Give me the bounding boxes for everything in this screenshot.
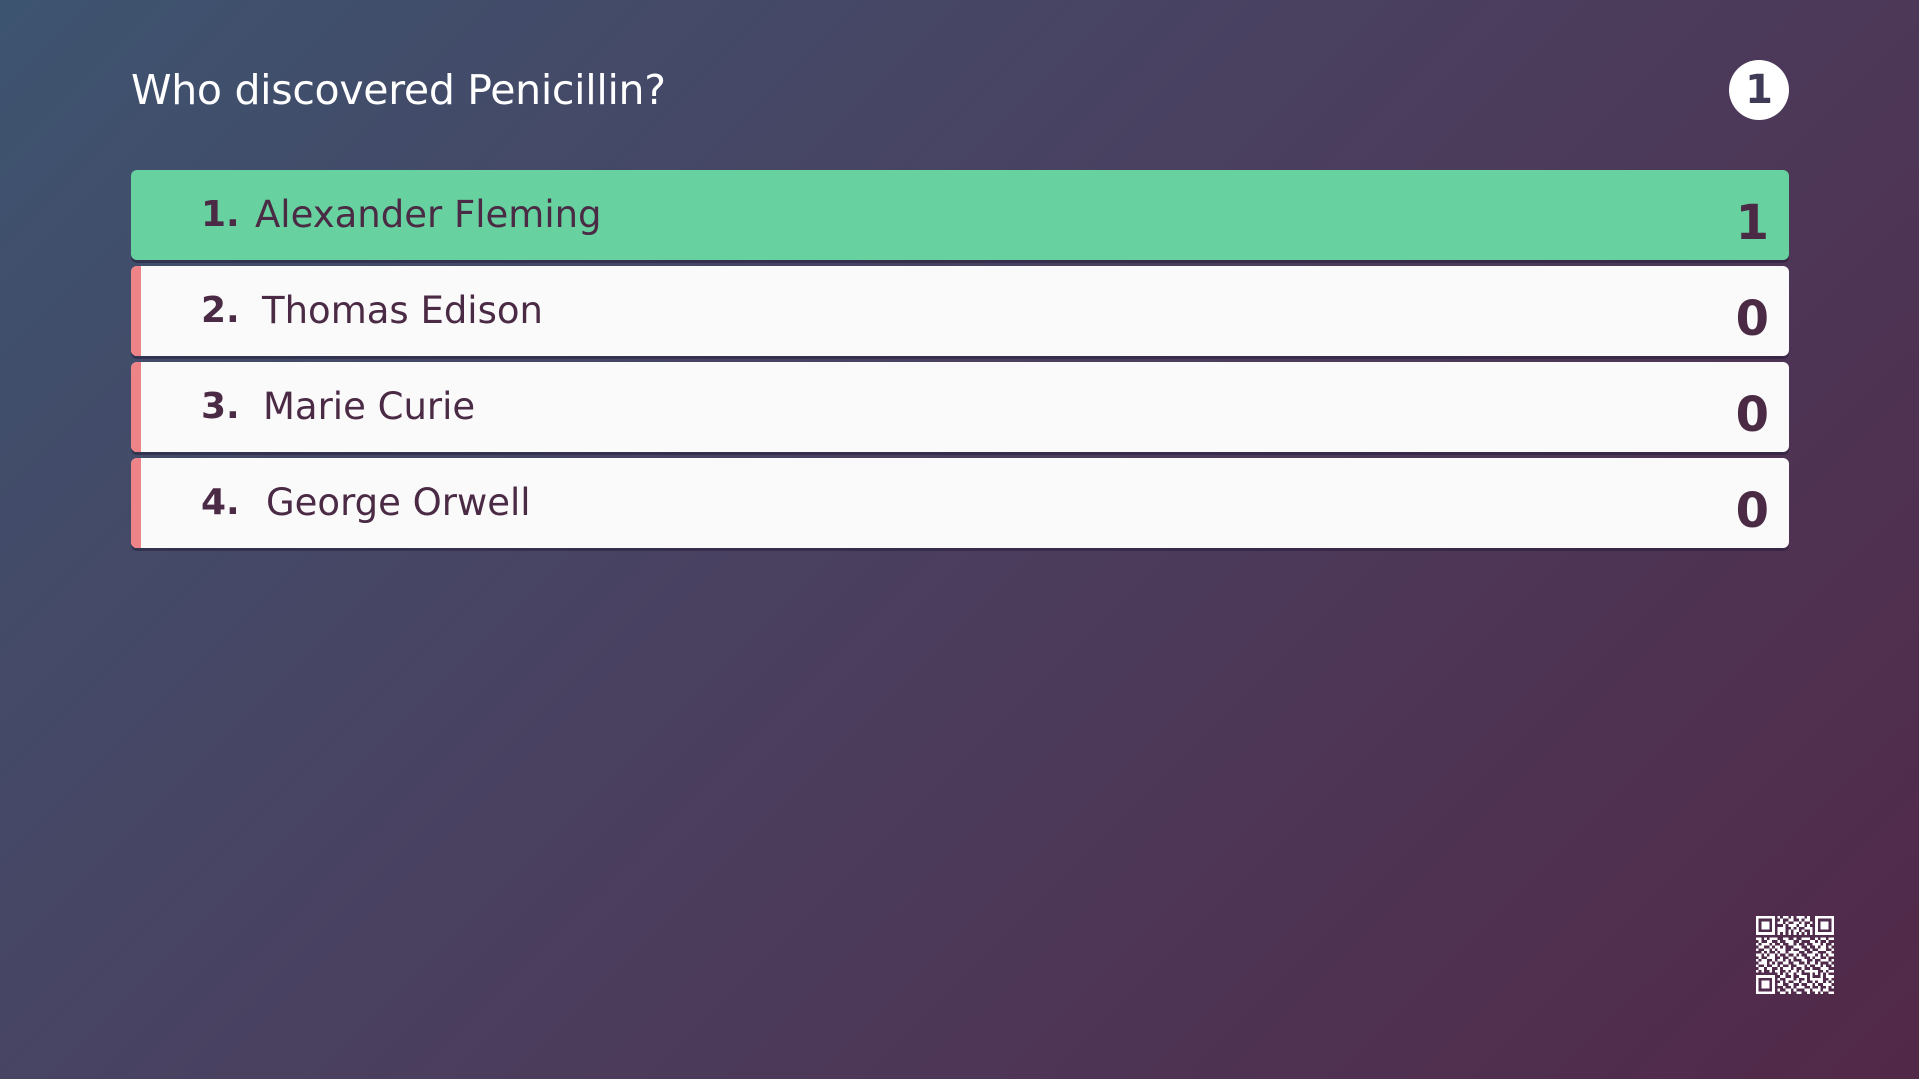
incorrect-stripe bbox=[131, 458, 141, 548]
question-title: Who discovered Penicillin? bbox=[131, 66, 666, 114]
answer-label: George Orwell bbox=[266, 481, 531, 524]
answer-number: 1. bbox=[201, 194, 240, 235]
incorrect-stripe bbox=[131, 362, 141, 452]
answer-number: 3. bbox=[201, 386, 240, 427]
answer-label: Alexander Fleming bbox=[255, 193, 602, 236]
answer-vote-count: 1 bbox=[1735, 195, 1769, 251]
answer-vote-count: 0 bbox=[1735, 291, 1769, 347]
response-count-badge: 1 bbox=[1729, 60, 1789, 120]
incorrect-stripe bbox=[131, 266, 141, 356]
qr-code-icon[interactable] bbox=[1756, 916, 1834, 994]
answer-vote-count: 0 bbox=[1735, 387, 1769, 443]
answer-number: 2. bbox=[201, 290, 240, 331]
question-header: Who discovered Penicillin? 1 bbox=[131, 60, 1789, 120]
answer-option-3: 3. Marie Curie 0 bbox=[131, 362, 1789, 452]
answer-number: 4. bbox=[201, 482, 240, 523]
answer-vote-count: 0 bbox=[1735, 483, 1769, 539]
answer-option-1: 1. Alexander Fleming 1 bbox=[131, 170, 1789, 260]
answer-label: Marie Curie bbox=[263, 385, 476, 428]
answer-list: 1. Alexander Fleming 1 2. Thomas Edison … bbox=[131, 170, 1789, 554]
answer-label: Thomas Edison bbox=[262, 289, 543, 332]
answer-option-2: 2. Thomas Edison 0 bbox=[131, 266, 1789, 356]
answer-option-4: 4. George Orwell 0 bbox=[131, 458, 1789, 548]
